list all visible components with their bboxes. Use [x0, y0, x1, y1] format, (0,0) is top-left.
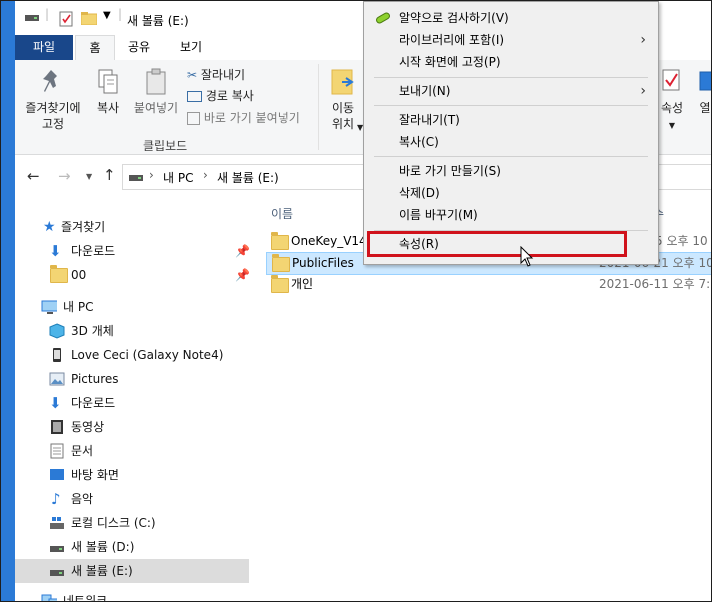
nav-folder-00[interactable]: 00 📌: [49, 263, 250, 287]
breadcrumb-volume-e[interactable]: 새 볼륨 (E:): [217, 169, 279, 186]
file-row[interactable]: 개인 2021-06-11 오후 7:5: [267, 274, 711, 295]
cut-button[interactable]: ✂ 잘라내기: [187, 65, 245, 85]
paste-label: 붙여넣기: [133, 101, 179, 115]
explorer-window: | ▼ | 새 볼륨 (E:) 파일 홈 공유 보기 즐겨찾기에 고정 복사 붙…: [0, 0, 712, 602]
copy-icon: [98, 69, 118, 94]
properties-qa-icon[interactable]: [59, 11, 73, 27]
copy-path-icon: [187, 91, 202, 102]
document-icon: [50, 443, 64, 459]
pin-icon-small-2[interactable]: 📌: [235, 263, 250, 287]
clipboard-group-label: 클립보드: [143, 139, 188, 153]
cut-label: 잘라내기: [200, 68, 246, 82]
menu-item-include-library[interactable]: 라이브러리에 포함(I) ›: [366, 29, 656, 51]
breadcrumb-this-pc[interactable]: 내 PC: [163, 169, 193, 186]
folder-icon: [50, 265, 68, 283]
folder-icon: [271, 232, 289, 250]
menu-separator-2: [374, 105, 648, 106]
nav-downloads-pinned[interactable]: ⬇ 다운로드 📌: [49, 239, 250, 263]
nav-volume-e[interactable]: 새 볼륨 (E:): [15, 559, 249, 583]
film-icon: [51, 420, 63, 434]
breadcrumb-chevron-icon-2[interactable]: ›: [203, 168, 208, 182]
tab-share[interactable]: 공유: [118, 35, 160, 60]
cube-icon: [49, 323, 65, 339]
paste-button[interactable]: 붙여넣기: [129, 68, 183, 116]
window-title: 새 볼륨 (E:): [127, 14, 189, 28]
system-drive-icon: [50, 517, 64, 529]
move-folder-icon: [331, 69, 354, 95]
desktop-icon: [50, 469, 64, 480]
column-header-name[interactable]: 이름: [271, 205, 293, 222]
properties-icon: [662, 69, 680, 91]
scissors-icon: ✂: [187, 68, 198, 82]
highlight-box: [367, 231, 627, 257]
new-folder-qa-icon[interactable]: [81, 11, 97, 25]
paste-shortcut-label: 바로 가기 붙여넣기: [203, 111, 300, 125]
copy-button[interactable]: 복사: [89, 68, 127, 116]
open-icon: [699, 71, 711, 91]
pill-icon: [376, 12, 390, 24]
menu-separator-3: [374, 156, 648, 157]
menu-item-copy[interactable]: 복사(C): [366, 131, 656, 153]
properties-ribbon-label: 속성: [660, 101, 684, 115]
download-arrow-icon-2: ⬇: [49, 394, 62, 412]
back-arrow-icon[interactable]: ←: [27, 167, 40, 185]
menu-separator: [374, 77, 648, 78]
title-separator-2: |: [118, 7, 123, 21]
title-separator: |: [45, 7, 50, 21]
menu-item-pin-start[interactable]: 시작 화면에 고정(P): [366, 51, 656, 73]
pictures-icon: [49, 372, 65, 386]
up-arrow-icon[interactable]: ↑: [103, 166, 116, 184]
folder-icon: [272, 254, 290, 272]
tab-home[interactable]: 홈: [75, 35, 115, 61]
tab-file[interactable]: 파일: [15, 35, 73, 60]
properties-ribbon-button[interactable]: 속성 ▼: [655, 68, 689, 134]
drive-icon-e: [50, 570, 64, 576]
menu-item-scan[interactable]: 알약으로 검사하기(V): [366, 7, 656, 29]
pin-icon: [43, 70, 57, 92]
context-menu: 알약으로 검사하기(V) 라이브러리에 포함(I) › 시작 화면에 고정(P)…: [363, 1, 659, 265]
network-icon: [41, 594, 57, 601]
folder-icon: [271, 275, 289, 293]
open-button[interactable]: 열: [695, 68, 711, 116]
tab-view[interactable]: 보기: [170, 35, 212, 60]
copy-path-button[interactable]: 경로 복사: [187, 86, 254, 106]
pin-icon-small[interactable]: 📌: [235, 239, 250, 263]
menu-item-rename[interactable]: 이름 바꾸기(M): [366, 204, 656, 226]
submenu-arrow-icon: ›: [640, 32, 646, 48]
mouse-cursor-icon: [520, 246, 534, 267]
music-note-icon: ♪: [51, 490, 61, 508]
breadcrumb-chevron-icon[interactable]: ›: [149, 168, 154, 182]
properties-dropdown-icon: ▼: [668, 121, 676, 130]
menu-item-create-shortcut[interactable]: 바로 가기 만들기(S): [366, 160, 656, 182]
address-drive-icon: [129, 175, 143, 181]
recent-dropdown-icon[interactable]: ▼: [86, 172, 92, 181]
computer-icon: [41, 300, 57, 314]
menu-item-send-to[interactable]: 보내기(N) ›: [366, 80, 656, 102]
open-label: 열: [699, 101, 711, 115]
window-left-edge: [1, 1, 15, 601]
pin-quick-access-label: 즐겨찾기에 고정: [25, 101, 81, 131]
paste-shortcut-icon: [187, 112, 200, 125]
navigation-pane: ★ 즐겨찾기 ⬇ 다운로드 📌 00 📌 내 PC 3D 개체 Love Cec…: [15, 201, 250, 601]
submenu-arrow-icon-2: ›: [640, 83, 646, 99]
qa-dropdown-icon[interactable]: ▼: [103, 10, 111, 21]
star-icon: ★: [43, 219, 56, 235]
ribbon-separator: [318, 64, 319, 150]
pin-quick-access-button[interactable]: 즐겨찾기에 고정: [21, 68, 85, 132]
paste-shortcut-button[interactable]: 바로 가기 붙여넣기: [187, 108, 300, 128]
drive-icon: [25, 15, 39, 21]
forward-arrow-icon[interactable]: →: [58, 167, 71, 185]
copy-path-label: 경로 복사: [205, 89, 254, 103]
menu-item-delete[interactable]: 삭제(D): [366, 182, 656, 204]
copy-label: 복사: [96, 101, 120, 115]
move-to-button[interactable]: 이동 위치 ▼: [323, 68, 363, 132]
phone-icon: [53, 348, 61, 362]
download-arrow-icon: ⬇: [49, 242, 62, 260]
paste-icon: [146, 68, 166, 95]
menu-item-cut[interactable]: 잘라내기(T): [366, 109, 656, 131]
drive-icon-d: [50, 546, 64, 552]
